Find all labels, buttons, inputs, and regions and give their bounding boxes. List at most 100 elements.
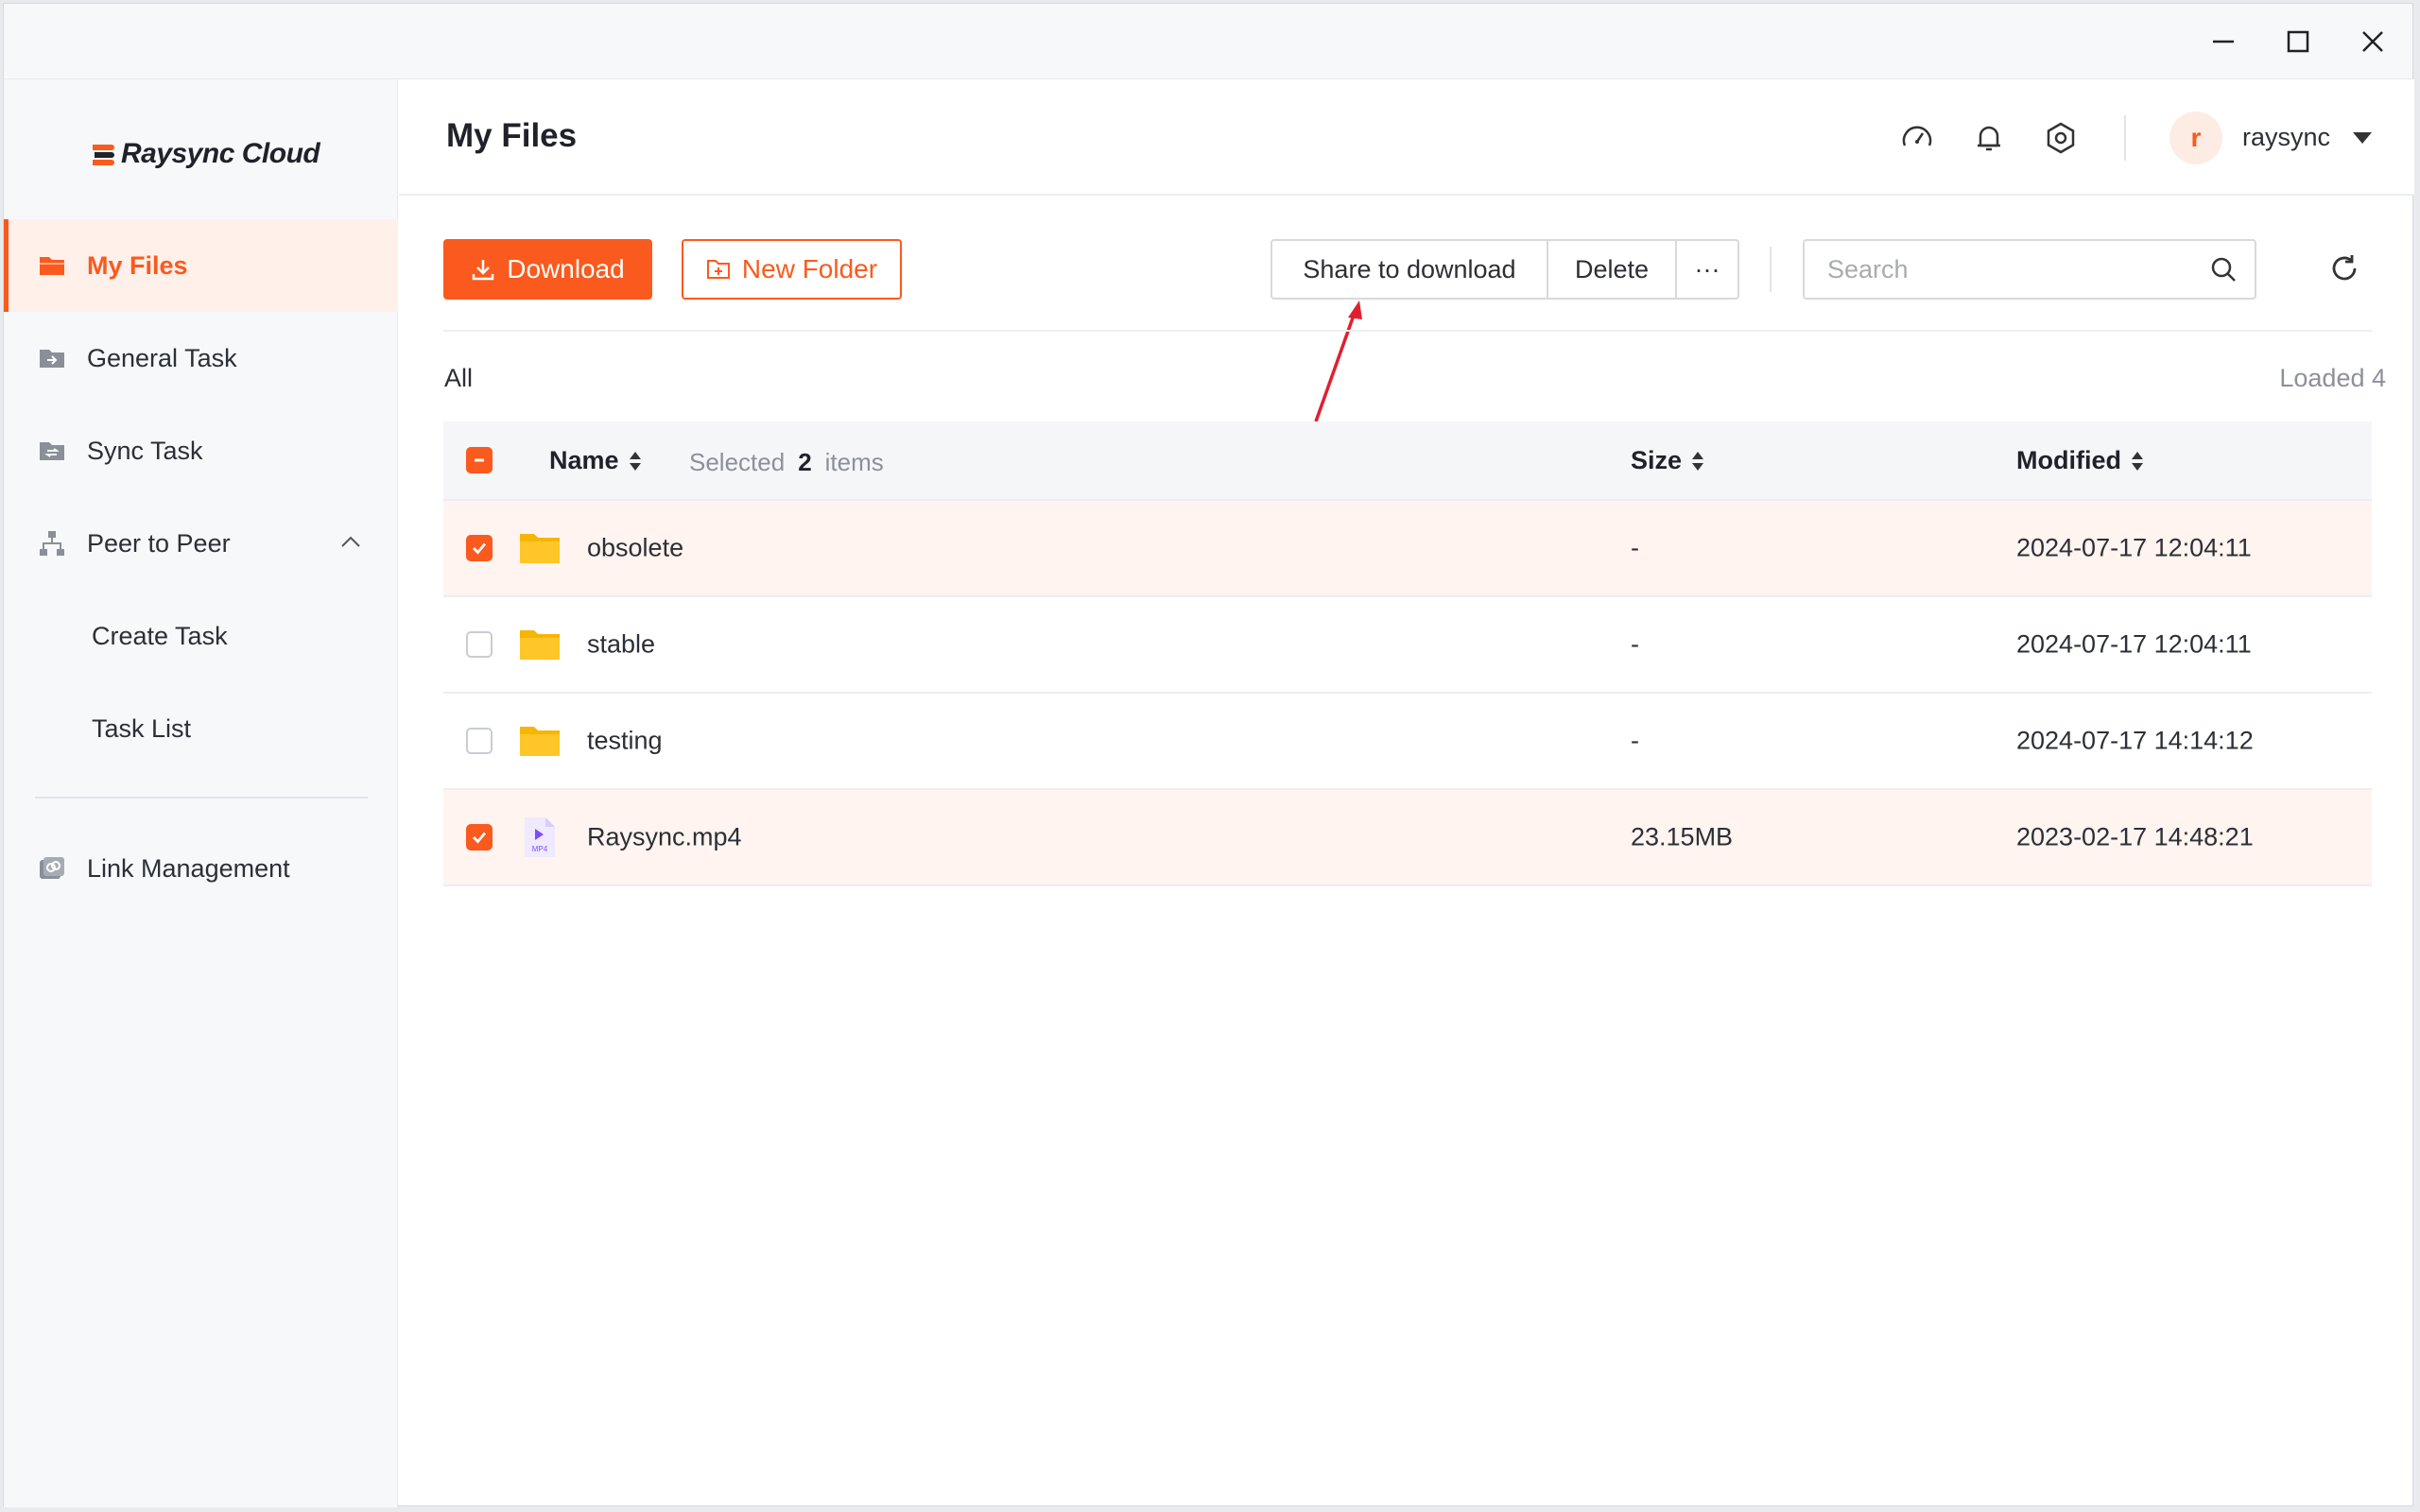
sidebar-item-sync-task[interactable]: Sync Task	[4, 404, 398, 497]
sidebar-item-general-task[interactable]: General Task	[4, 312, 398, 404]
minimize-button[interactable]	[2195, 17, 2252, 66]
logo-text: Raysync Cloud	[121, 138, 320, 169]
sidebar-item-create-task[interactable]: Create Task	[4, 590, 398, 682]
refresh-icon[interactable]	[2328, 252, 2360, 284]
mp4-label: MP4	[532, 845, 548, 853]
sidebar-item-label: Peer to Peer	[87, 528, 231, 558]
logo: Raysync Cloud	[89, 138, 320, 170]
sidebar-item-label: Sync Task	[87, 436, 203, 465]
sort-icon	[2131, 451, 2143, 471]
table-row[interactable]: stable - 2024-07-17 12:04:11	[443, 597, 2372, 694]
column-size-label: Size	[1631, 446, 1683, 474]
table-row[interactable]: MP4 Raysync.mp4 23.15MB 2023-02-17 14:48…	[443, 790, 2372, 886]
more-button[interactable]: ···	[1675, 241, 1737, 298]
breadcrumb-all[interactable]: All	[444, 364, 473, 393]
maximize-icon	[2287, 30, 2309, 53]
sidebar-item-label: Link Management	[87, 853, 290, 883]
avatar[interactable]: r	[2169, 112, 2222, 164]
file-table: Name Selected 2 items Size Modified obsole…	[443, 421, 2372, 886]
selected-prefix: Selected	[689, 448, 786, 476]
search-icon[interactable]	[2209, 255, 2238, 284]
annotation-arrow-icon	[1314, 301, 1362, 422]
sort-icon	[1692, 451, 1704, 471]
row-checkbox[interactable]	[466, 728, 493, 754]
maximize-button[interactable]	[2270, 17, 2326, 66]
file-name[interactable]: Raysync.mp4	[587, 823, 742, 852]
header-divider	[2124, 115, 2126, 161]
folder-icon	[520, 534, 560, 563]
sidebar-item-label: General Task	[87, 343, 237, 372]
column-modified-label: Modified	[2016, 446, 2121, 474]
new-folder-button[interactable]: New Folder	[682, 239, 902, 300]
file-modified: 2023-02-17 14:48:21	[2016, 822, 2254, 851]
selected-suffix: items	[824, 448, 884, 476]
file-size: -	[1631, 726, 1639, 755]
minus-icon	[475, 458, 484, 462]
file-modified: 2024-07-17 14:14:12	[2016, 726, 2254, 755]
video-file-icon: MP4	[525, 817, 555, 857]
caret-down-icon[interactable]	[2352, 130, 2373, 146]
column-header-name[interactable]: Name	[549, 446, 642, 475]
sidebar-item-peer-to-peer[interactable]: Peer to Peer	[4, 497, 398, 590]
table-row[interactable]: testing - 2024-07-17 14:14:12	[443, 694, 2372, 790]
selection-summary: Selected 2 items	[689, 448, 884, 477]
download-label: Download	[507, 254, 625, 284]
column-name-label: Name	[549, 446, 619, 474]
sidebar-item-my-files[interactable]: My Files	[4, 219, 398, 312]
download-button[interactable]: Download	[443, 239, 652, 300]
search-box	[1803, 239, 2256, 300]
page-title: My Files	[446, 117, 578, 154]
sync-task-icon	[40, 442, 64, 460]
column-header-size[interactable]: Size	[1631, 446, 1704, 475]
toolbar-divider	[1770, 247, 1772, 292]
speed-icon[interactable]	[1900, 121, 1934, 155]
file-name[interactable]: testing	[587, 727, 663, 756]
file-size: -	[1631, 533, 1639, 562]
chevron-up-icon	[341, 536, 360, 547]
download-icon	[472, 260, 494, 281]
table-row[interactable]: obsolete - 2024-07-17 12:04:11	[443, 501, 2372, 597]
sidebar-item-link-management[interactable]: Link Management	[4, 822, 398, 915]
folder-icon	[520, 630, 560, 660]
delete-button[interactable]: Delete	[1547, 241, 1675, 298]
bell-icon[interactable]	[1972, 121, 2006, 155]
new-folder-label: New Folder	[741, 254, 878, 284]
close-button[interactable]	[2344, 17, 2401, 66]
username[interactable]: raysync	[2242, 123, 2330, 152]
check-icon	[473, 542, 487, 555]
selected-count: 2	[798, 448, 812, 476]
row-checkbox[interactable]	[466, 824, 493, 850]
file-modified: 2024-07-17 12:04:11	[2016, 629, 2252, 659]
sidebar-item-task-list[interactable]: Task List	[4, 682, 398, 775]
file-name[interactable]: stable	[587, 630, 655, 660]
content-divider	[443, 330, 2372, 332]
check-icon	[473, 832, 487, 844]
network-icon	[40, 531, 64, 556]
folder-icon	[40, 257, 64, 275]
column-header-modified[interactable]: Modified	[2016, 446, 2144, 475]
raysync-logo-icon	[93, 145, 114, 165]
row-checkbox[interactable]	[466, 631, 493, 658]
selection-actions: Share to download Delete ···	[1270, 239, 1739, 300]
app-window: Raysync Cloud My Files General Task Sync…	[3, 3, 2414, 1507]
sidebar-item-label: My Files	[87, 250, 188, 280]
general-task-icon	[40, 350, 64, 368]
sidebar-item-label: Task List	[92, 713, 192, 743]
link-icon	[40, 857, 64, 879]
file-size: -	[1631, 629, 1639, 659]
folder-icon	[520, 727, 560, 756]
title-bar	[4, 4, 2412, 79]
table-header: Name Selected 2 items Size Modified	[443, 421, 2372, 501]
file-size: 23.15MB	[1631, 822, 1734, 851]
close-icon	[2362, 31, 2383, 52]
loaded-count: Loaded 4	[2279, 364, 2386, 392]
sidebar-item-label: Create Task	[92, 621, 228, 650]
header: My Files r raysync	[399, 79, 2414, 196]
share-to-download-button[interactable]: Share to download	[1272, 241, 1547, 298]
select-all-checkbox[interactable]	[466, 447, 493, 473]
file-modified: 2024-07-17 12:04:11	[2016, 533, 2252, 562]
row-checkbox[interactable]	[466, 535, 493, 561]
settings-icon[interactable]	[2044, 121, 2078, 155]
file-name[interactable]: obsolete	[587, 534, 683, 563]
search-input[interactable]	[1805, 241, 2202, 298]
